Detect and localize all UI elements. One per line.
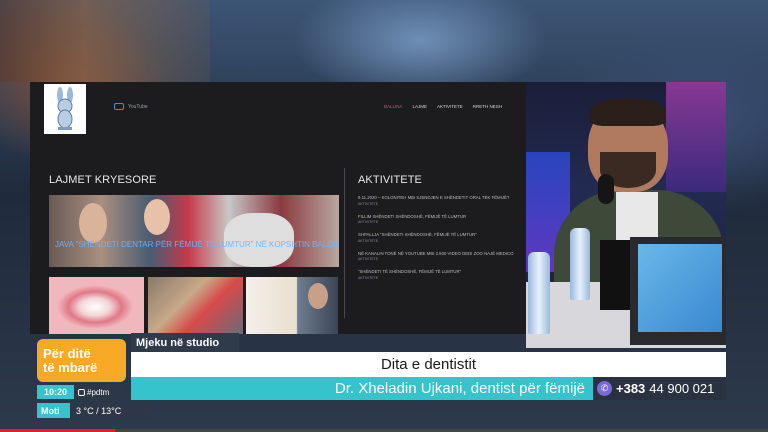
show-logo-line1: Për ditë: [43, 345, 91, 361]
site-logo[interactable]: [44, 84, 86, 134]
youtube-label: YouTube: [128, 103, 148, 110]
show-logo-line2: të mbarë: [43, 359, 98, 375]
news-thumb-video[interactable]: [246, 277, 338, 334]
hero-caption[interactable]: JAVA "SHËNDETI DENTAR PËR FËMIJË TË LUMT…: [55, 240, 339, 249]
hashtag-text: #pdtm: [87, 387, 110, 397]
hashtag: #pdtm: [74, 385, 126, 399]
news-thumb-children[interactable]: [148, 277, 243, 334]
list-item[interactable]: FILLIM SHËNDETI SHËNDOSHË, FËMIJË TË LUM…: [358, 214, 518, 225]
nav-item-lajme[interactable]: LAJME: [413, 104, 428, 109]
main-news-title: LAJMET KRYESORE: [49, 174, 157, 186]
background-bookshelf: [0, 0, 210, 82]
nav-item-ballina[interactable]: BALLINA: [384, 104, 403, 109]
site-nav: BALLINA LAJME AKTIVITETE RRETH NESH: [384, 104, 502, 109]
weather-bar: Moti 3 °C / 13°C: [37, 403, 149, 418]
nav-item-rreth-nesh[interactable]: RRETH NESH: [473, 104, 502, 109]
weather-temperature: 3 °C / 13°C: [70, 403, 149, 418]
guest-name: Dr. Xheladin Ujkani, dentist për fëmijë: [131, 377, 593, 400]
studio-camera-view: [526, 82, 726, 348]
phone-prefix: +383: [616, 381, 646, 396]
clock-bar: 10:20 #pdtm: [37, 385, 126, 399]
bunny-logo-icon: [57, 87, 73, 130]
show-logo: Për ditë të mbarë: [37, 339, 126, 382]
phone-contact: ✆ +383 44 900 021: [593, 377, 726, 400]
list-item[interactable]: 9.11.2020 – KOLONITEH MBI SJENDJEN E SHË…: [358, 195, 518, 206]
activities-list: 9.11.2020 – KOLONITEH MBI SJENDJEN E SHË…: [358, 195, 518, 288]
whatsapp-icon: ✆: [597, 381, 612, 396]
youtube-icon: [114, 103, 124, 110]
instagram-icon: [78, 388, 85, 396]
phone-number: 44 900 021: [649, 381, 715, 396]
list-item[interactable]: "SHËNDETI TË SHËNDOSHË, FËMIJË TË LUMTUR…: [358, 269, 518, 280]
column-divider: [344, 168, 345, 318]
news-thumb-teeth[interactable]: [49, 277, 144, 334]
clock-time: 10:20: [37, 385, 74, 399]
headline: Dita e dentistit: [131, 352, 726, 377]
list-item[interactable]: NË KANALIN TONË NË YOUTUBE MBI 2.500 VID…: [358, 251, 518, 262]
segment-label: Mjeku në studio: [131, 333, 239, 352]
list-item[interactable]: SHPALLJA "SHËNDETI SHËNDOSHË, FËMIJË TË …: [358, 232, 518, 243]
activities-title: AKTIVITETE: [358, 174, 422, 186]
microphone-icon: [598, 174, 614, 204]
website-screen: YouTube BALLINA LAJME AKTIVITETE RRETH N…: [30, 82, 526, 334]
weather-label: Moti: [37, 403, 70, 418]
nav-item-aktivitete[interactable]: AKTIVITETE: [437, 104, 463, 109]
youtube-link[interactable]: YouTube: [114, 103, 148, 110]
hero-news-image[interactable]: JAVA "SHËNDETI DENTAR PËR FËMIJË TË LUMT…: [49, 195, 339, 267]
